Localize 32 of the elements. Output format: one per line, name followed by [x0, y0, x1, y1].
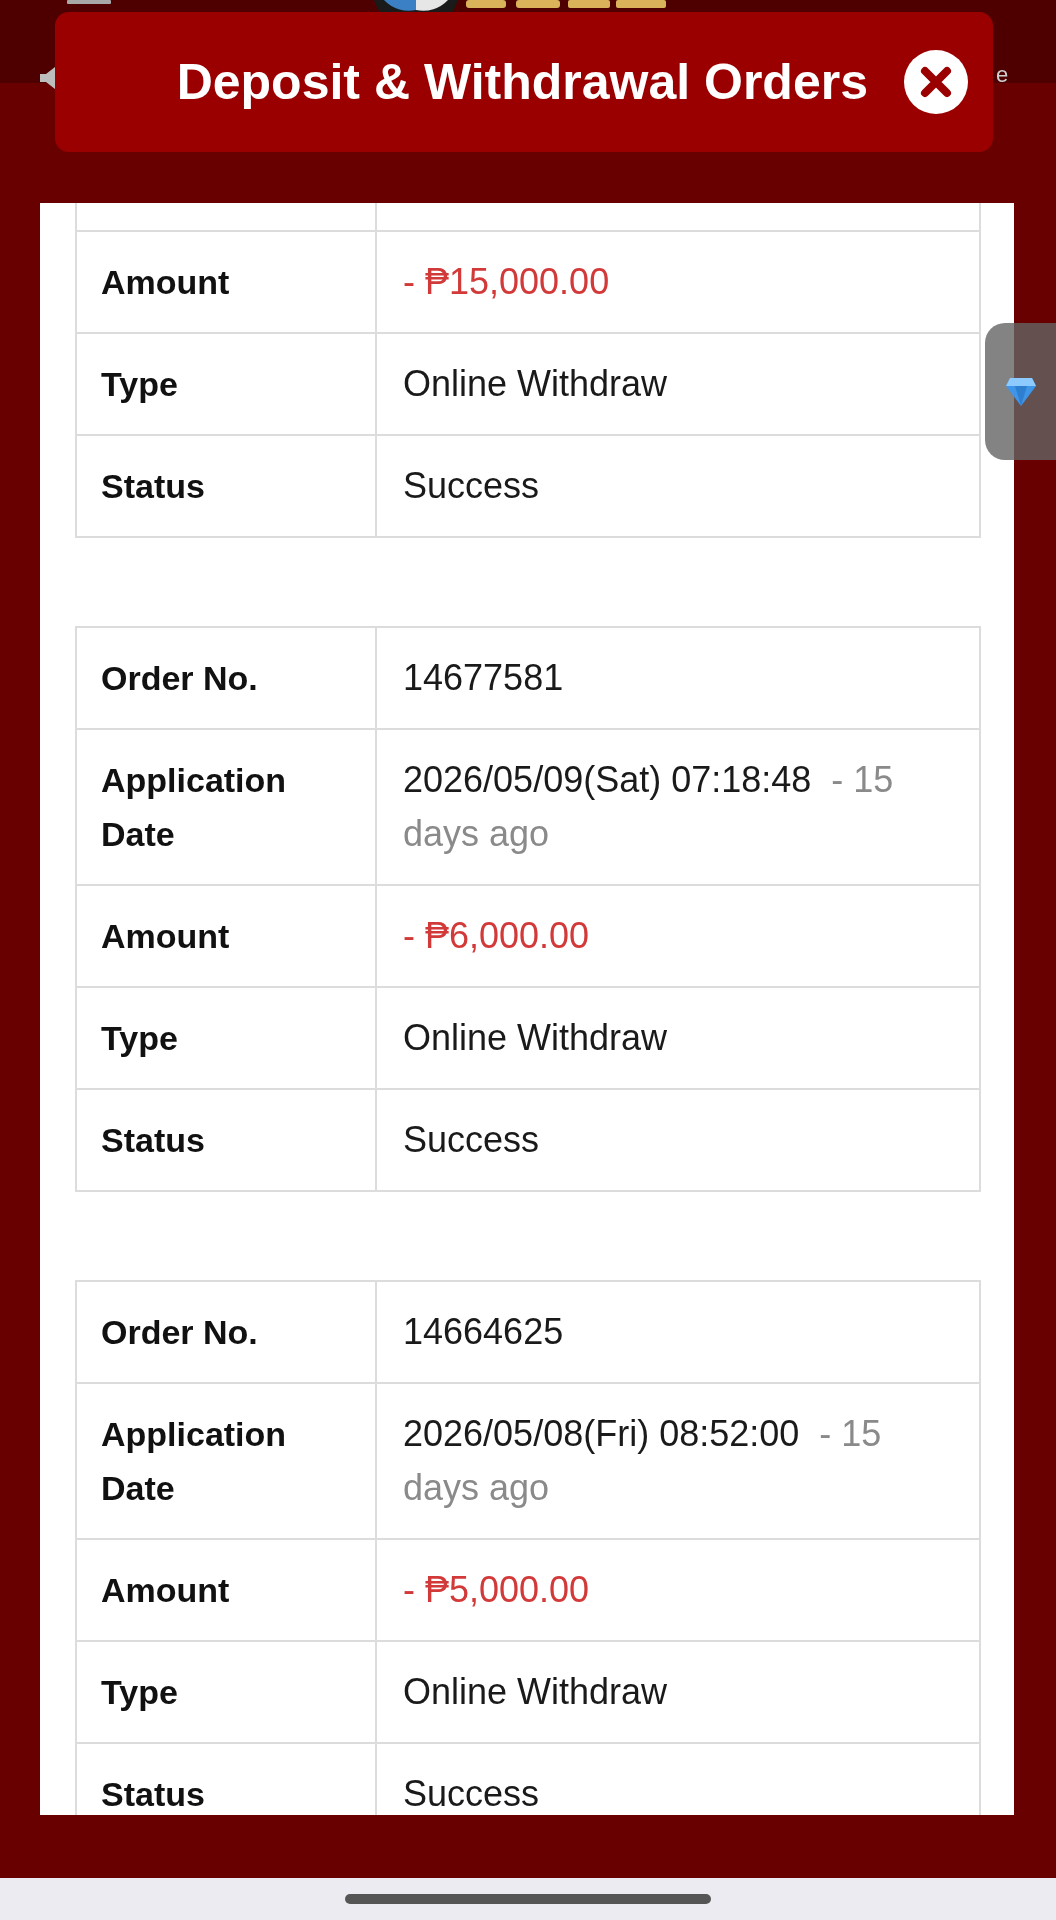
- field-value: Online Withdraw: [403, 1017, 668, 1058]
- field-label: Amount: [101, 1571, 230, 1609]
- field-label: Status: [101, 467, 205, 505]
- field-value: Online Withdraw: [403, 1671, 668, 1712]
- date-value: 2026/05/09(Sat) 07:18:48 - 15 days ago: [403, 758, 895, 856]
- field-label: Application Date: [101, 1415, 287, 1507]
- field-value: Success: [403, 1119, 540, 1160]
- gem-icon: [1005, 377, 1036, 406]
- side-tab[interactable]: [985, 323, 1056, 460]
- field-label: Type: [101, 1673, 178, 1711]
- amount-value: - ₱5,000.00: [403, 1569, 590, 1610]
- field-value: 14664625: [403, 1311, 564, 1352]
- field-label: Order No.: [101, 659, 258, 697]
- field-label: Status: [101, 1121, 205, 1159]
- close-icon: [904, 50, 968, 114]
- modal-title: Deposit & Withdrawal Orders: [176, 53, 868, 112]
- field-label: Order No.: [101, 1313, 258, 1351]
- field-label: Type: [101, 1019, 178, 1057]
- field-value: Success: [403, 1773, 540, 1814]
- field-label: Amount: [101, 917, 230, 955]
- field-label: Amount: [101, 263, 230, 301]
- close-button[interactable]: [904, 50, 968, 114]
- field-label: Application Date: [101, 761, 287, 853]
- field-label: Status: [101, 1775, 205, 1813]
- amount-value: - ₱6,000.00: [403, 915, 590, 956]
- field-value: 14677581: [403, 657, 564, 698]
- marquee-text: e: [996, 62, 1009, 88]
- date-value: 2026/05/08(Fri) 08:52:00 - 15 days ago: [403, 1412, 883, 1510]
- amount-value: - ₱15,000.00: [403, 261, 610, 302]
- field-value: Online Withdraw: [403, 363, 668, 404]
- field-label: Type: [101, 365, 178, 403]
- field-value: Success: [403, 465, 540, 506]
